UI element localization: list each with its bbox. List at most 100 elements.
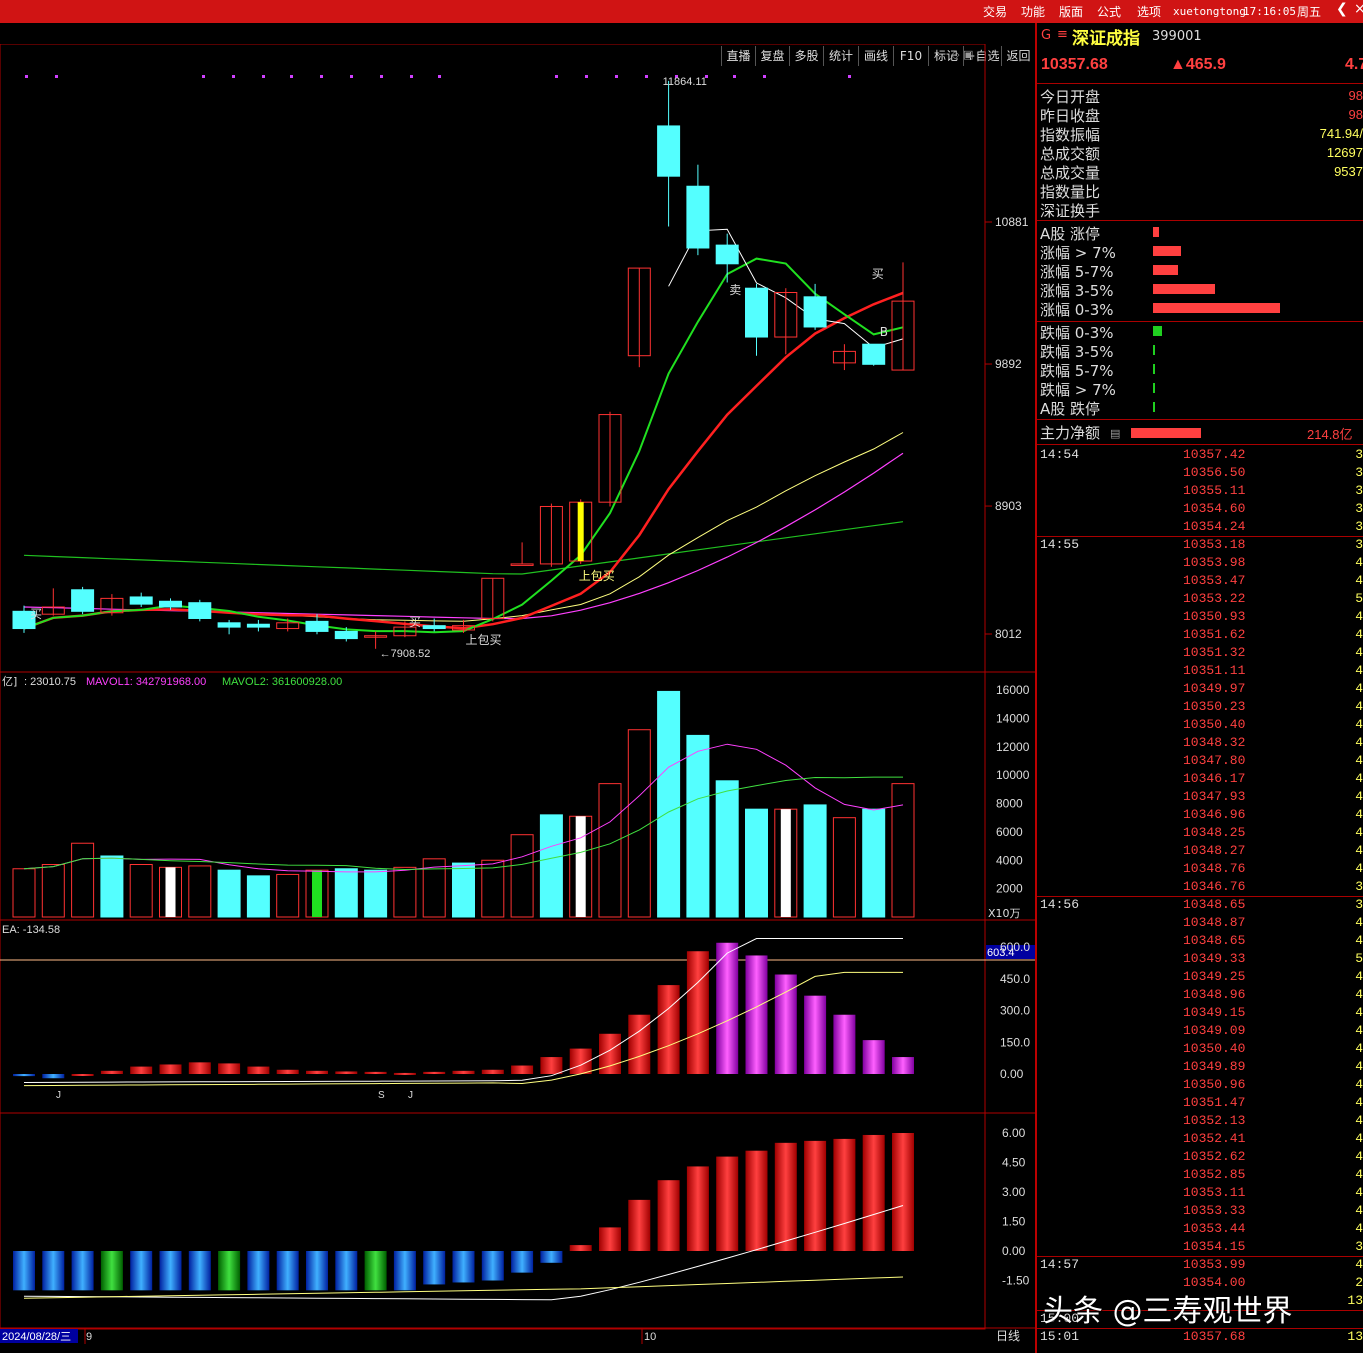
signal-dot [25, 75, 28, 78]
breadth-up-label: 涨幅 5-7% [1040, 263, 1114, 281]
tick-volume: 4 [1355, 699, 1363, 714]
osc-bar [657, 1180, 680, 1251]
tick-volume: 3 [1355, 447, 1363, 462]
last-price: 10357.68 [1041, 56, 1108, 73]
volume-bar [657, 690, 681, 918]
tick-volume: 4 [1355, 843, 1363, 858]
price-axis-label: 8012 [995, 627, 1022, 641]
ma10-line [23, 291, 904, 630]
tick-price: 10351.62 [1183, 627, 1246, 642]
macd-bar [42, 1074, 65, 1079]
macd-bars [0, 938, 1035, 1087]
macd-bar [540, 1057, 563, 1074]
osc-bar [833, 1138, 856, 1251]
osc-bar [511, 1251, 534, 1273]
close-icon[interactable]: × [1354, 1, 1363, 17]
menu-layout[interactable]: 版面 [1059, 3, 1083, 20]
breadth-up-label: 涨幅 3-5% [1040, 282, 1114, 300]
signal-dot [290, 75, 293, 78]
chart-tool-icon[interactable]: ◇ ▣ [951, 48, 973, 61]
tick-volume: 3 [1355, 879, 1363, 894]
price-axis-label: 8903 [995, 499, 1022, 513]
signal-label: 卖 [729, 283, 741, 297]
tick-price: 10350.93 [1183, 609, 1246, 624]
signal-dot [320, 75, 323, 78]
chevron-left-icon[interactable]: ❮ [1336, 1, 1348, 17]
macd-bar [335, 1071, 358, 1074]
volume-axis-label: 6000 [996, 825, 1023, 839]
tick-volume: 4 [1355, 1131, 1363, 1146]
osc-axis-label: 6.00 [1002, 1126, 1026, 1140]
volume-bar [188, 865, 212, 918]
osc-bar [862, 1134, 885, 1251]
stat-value: 9537 [1334, 164, 1363, 179]
tick-price: 10347.80 [1183, 753, 1246, 768]
volume-axis-label: 14000 [996, 711, 1030, 725]
volume-bars [12, 690, 915, 918]
candle-body [745, 287, 768, 338]
tick-volume: 4 [1355, 1023, 1363, 1038]
macd-bar [657, 985, 680, 1074]
tick-price: 10346.96 [1183, 807, 1246, 822]
menu-trade[interactable]: 交易 [983, 3, 1007, 20]
menu-options[interactable]: 选项 [1137, 3, 1161, 20]
macd-bar [423, 1071, 446, 1074]
macd-bar [628, 1014, 651, 1074]
tick-price: 10353.22 [1183, 591, 1246, 606]
hamburger-icon[interactable]: ≡ [1057, 27, 1068, 42]
tick-volume: 3 [1355, 483, 1363, 498]
breadth-up-label: 涨幅 0-3% [1040, 301, 1114, 319]
macd-axis-label: 450.0 [1000, 972, 1030, 986]
list-icon[interactable]: ▤ [1110, 427, 1120, 440]
candle-body [715, 244, 739, 265]
divider [1037, 444, 1363, 445]
high-label: 11864.11 [663, 76, 707, 88]
moving-averages [23, 228, 904, 634]
osc-bar [452, 1251, 475, 1283]
kline-chart[interactable]: 1088198928903801211864.11←7908.52买买上包买上包… [0, 44, 1035, 1353]
tick-volume: 5 [1355, 951, 1363, 966]
tick-volume: 4 [1355, 627, 1363, 642]
tick-price: 10349.33 [1183, 951, 1246, 966]
macd-bar [364, 1071, 387, 1074]
signal-dot [615, 75, 618, 78]
tick-volume: 4 [1355, 717, 1363, 732]
menu-function[interactable]: 功能 [1021, 3, 1045, 20]
breadth-down-bar [1153, 326, 1162, 336]
volume-bar [598, 783, 622, 918]
signal-dot [262, 75, 265, 78]
tick-price: 10352.41 [1183, 1131, 1246, 1146]
tick-price: 10353.18 [1183, 537, 1246, 552]
tick-volume: 4 [1355, 1167, 1363, 1182]
volume-bar [217, 869, 241, 918]
signal-dots [25, 75, 851, 78]
breadth-down-label: A股 跌停 [1040, 400, 1101, 418]
signal-dot [585, 75, 588, 78]
stat-value: 98 [1348, 107, 1363, 122]
macd-bar [804, 995, 827, 1074]
tick-price: 10348.76 [1183, 861, 1246, 876]
osc-axis-label: -1.50 [1002, 1274, 1030, 1288]
tick-price: 10348.65 [1183, 933, 1246, 948]
osc-bar [100, 1251, 123, 1291]
main-force-bar [1131, 428, 1201, 438]
signal-dot [202, 75, 205, 78]
signal-label: 上包买 [466, 633, 502, 647]
menu-formula[interactable]: 公式 [1097, 3, 1121, 20]
volume-bar [276, 873, 300, 918]
tick-volume: 4 [1355, 1257, 1363, 1272]
tick-time: 14:57 [1040, 1257, 1080, 1272]
tick-volume: 3 [1355, 519, 1363, 534]
stock-mark: G [1041, 28, 1052, 43]
signal-dot [232, 75, 235, 78]
volume-bar [745, 808, 768, 918]
breadth-up-bar [1153, 303, 1280, 313]
volume-bar [686, 734, 710, 918]
tick-price: 10348.32 [1183, 735, 1246, 750]
macd-bar [306, 1070, 328, 1074]
mavol1-line [23, 743, 904, 873]
macd-bar [745, 955, 768, 1074]
macd-letter: J [56, 1090, 61, 1101]
tick-volume: 4 [1355, 861, 1363, 876]
tick-price: 10348.96 [1183, 987, 1246, 1002]
